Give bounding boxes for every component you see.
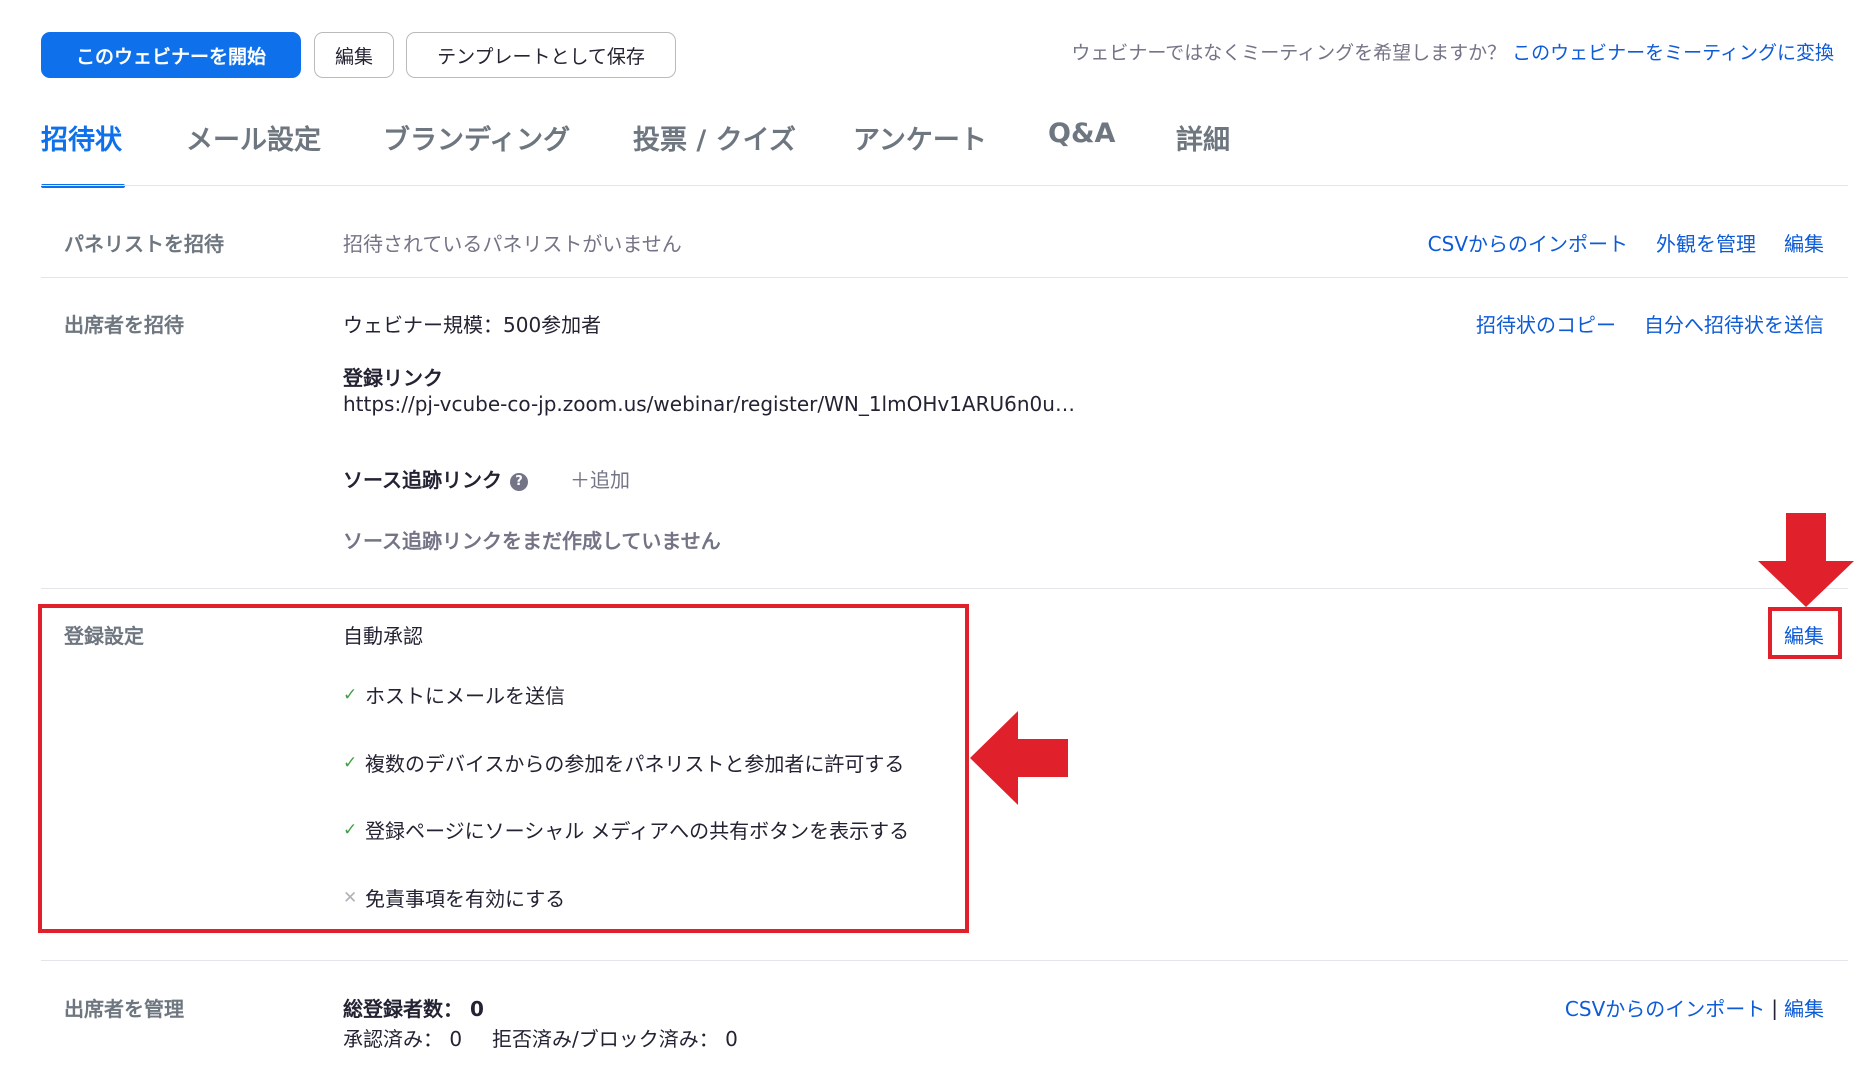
row-divider [41, 588, 1848, 589]
tab-survey[interactable]: アンケート [853, 118, 987, 157]
manage-attendees-label: 出席者を管理 [64, 997, 184, 1021]
import-csv-link[interactable]: CSVからのインポート [1428, 228, 1628, 257]
settings-tabs: 招待状 メール設定 ブランディング 投票 / クイズ アンケート Q&A 詳細 [41, 118, 1876, 190]
manage-appearance-link[interactable]: 外観を管理 [1656, 228, 1756, 257]
save-as-template-button[interactable]: テンプレートとして保存 [406, 32, 676, 78]
registration-highlight-box [38, 604, 969, 933]
manage-actions: CSVからのインポート | 編集 [1565, 993, 1824, 1022]
convert-question: ウェビナーではなくミーティングを希望しますか？ [1071, 42, 1507, 64]
source-tracking-label: ソース追跡リンク [343, 468, 502, 492]
panelists-empty-text: 招待されているパネリストがいません [343, 232, 682, 256]
attendees-actions: 招待状のコピー 自分へ招待状を送信 [1476, 309, 1824, 338]
tab-qa[interactable]: Q&A [1048, 118, 1115, 149]
edit-panelists-link[interactable]: 編集 [1784, 228, 1824, 257]
row-divider [41, 277, 1848, 278]
copy-invitation-link[interactable]: 招待状のコピー [1476, 309, 1616, 338]
tab-branding[interactable]: ブランディング [383, 118, 570, 157]
tab-details[interactable]: 詳細 [1176, 118, 1230, 157]
import-csv-attendees-link[interactable]: CSVからのインポート [1565, 993, 1765, 1022]
tab-polls-quizzes[interactable]: 投票 / クイズ [633, 118, 796, 157]
help-icon[interactable]: ? [510, 472, 528, 491]
convert-to-meeting-link[interactable]: このウェビナーをミーティングに変換 [1512, 42, 1834, 64]
source-tracking-empty: ソース追跡リンクをまだ作成していません [343, 529, 721, 553]
edit-attendees-link[interactable]: 編集 [1784, 993, 1824, 1022]
registration-link-title: 登録リンク [343, 366, 443, 390]
rejected-count: 拒否済み/ブロック済み： 0 [492, 1027, 738, 1051]
arrow-down-icon [1758, 513, 1854, 607]
edit-highlight-box [1768, 607, 1842, 659]
panelists-label: パネリストを招待 [64, 232, 224, 256]
tab-email-settings[interactable]: メール設定 [186, 118, 321, 157]
registration-link-url[interactable]: https://pj-vcube-co-jp.zoom.us/webinar/r… [343, 392, 1075, 416]
attendees-label: 出席者を招待 [64, 313, 184, 337]
source-tracking-title: ソース追跡リンク? [343, 464, 528, 493]
webinar-toolbar: このウェビナーを開始 編集 テンプレートとして保存 ウェビナーではなくミーティン… [41, 32, 1876, 80]
edit-webinar-button[interactable]: 編集 [314, 32, 394, 78]
send-invitation-to-self-link[interactable]: 自分へ招待状を送信 [1644, 309, 1824, 338]
convert-prompt: ウェビナーではなくミーティングを希望しますか？ このウェビナーをミーティングに変… [1071, 38, 1834, 65]
arrow-left-icon [970, 711, 1068, 805]
row-divider [41, 960, 1848, 961]
add-source-link[interactable]: ＋追加 [570, 464, 630, 493]
tab-invitations[interactable]: 招待状 [41, 118, 122, 157]
panelists-actions: CSVからのインポート 外観を管理 編集 [1428, 228, 1824, 257]
total-registrants: 総登録者数： 0 [343, 997, 484, 1021]
start-webinar-button[interactable]: このウェビナーを開始 [41, 32, 301, 78]
separator: | [1771, 995, 1778, 1020]
approved-count: 承認済み： 0 [343, 1027, 463, 1051]
webinar-capacity: ウェビナー規模：500参加者 [343, 313, 602, 337]
tab-divider [41, 185, 1848, 186]
